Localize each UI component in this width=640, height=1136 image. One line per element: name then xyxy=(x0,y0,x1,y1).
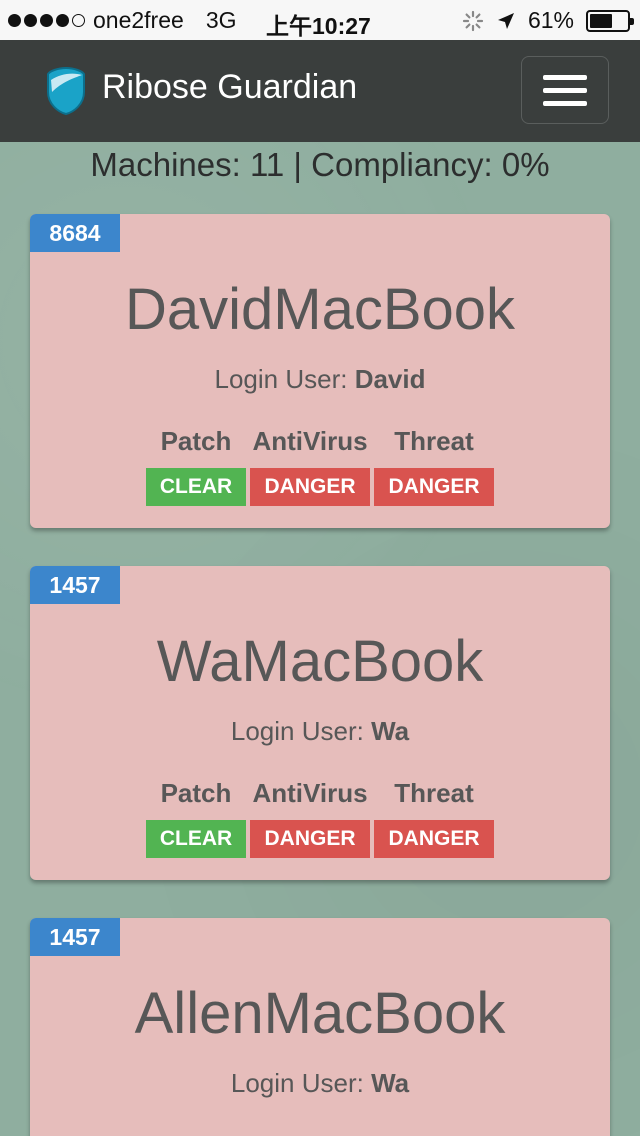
patch-header: Patch xyxy=(160,426,232,456)
hamburger-icon-bar xyxy=(543,87,587,93)
hamburger-icon-bar xyxy=(543,100,587,106)
location-arrow-icon xyxy=(497,12,514,29)
battery-icon xyxy=(586,9,634,32)
login-user-label: Login User: xyxy=(230,1068,372,1098)
antivirus-header: AntiVirus xyxy=(252,426,368,456)
machine-card[interactable]: 1457 AllenMacBook Login User: Wa xyxy=(30,918,610,1136)
activity-spinner-icon xyxy=(462,10,484,31)
status-right: 61% xyxy=(462,7,634,34)
machine-name: AllenMacBook xyxy=(134,981,506,1046)
threat-badge: DANGER xyxy=(374,820,494,858)
login-user: Login User: Wa xyxy=(30,716,610,747)
machine-id-badge: 1457 xyxy=(30,566,120,604)
battery-level xyxy=(590,13,612,28)
signal-strength-icon xyxy=(8,14,85,27)
patch-header: Patch xyxy=(160,778,232,808)
app-title[interactable]: Ribose Guardian xyxy=(102,68,357,107)
patch-status: Patch CLEAR xyxy=(146,778,246,858)
threat-header: Threat xyxy=(394,778,474,808)
threat-status: Threat DANGER xyxy=(374,778,494,858)
carrier-name: one2free xyxy=(93,7,184,33)
network-type: 3G xyxy=(205,7,237,33)
navbar: Ribose Guardian xyxy=(0,40,640,142)
machine-id-badge: 8684 xyxy=(30,214,120,252)
patch-badge: CLEAR xyxy=(146,468,246,506)
antivirus-status: AntiVirus DANGER xyxy=(250,426,370,506)
status-row: Patch CLEAR AntiVirus DANGER Threat DANG… xyxy=(146,426,494,506)
login-user: Login User: Wa xyxy=(30,1068,610,1099)
machine-card[interactable]: 1457 WaMacBook Login User: Wa Patch CLEA… xyxy=(30,566,610,880)
hamburger-icon xyxy=(543,74,587,80)
patch-status: Patch CLEAR xyxy=(146,426,246,506)
machine-name: WaMacBook xyxy=(156,629,484,694)
threat-header: Threat xyxy=(394,426,474,456)
login-user-value: Wa xyxy=(371,1068,410,1098)
login-user: Login User: David xyxy=(30,364,610,395)
antivirus-status: AntiVirus DANGER xyxy=(250,778,370,858)
machine-card[interactable]: 8684 DavidMacBook Login User: David Patc… xyxy=(30,214,610,528)
clock: 上午10:27 xyxy=(266,13,371,39)
battery-percent: 61% xyxy=(527,7,574,33)
antivirus-badge: DANGER xyxy=(250,468,370,506)
login-user-value: Wa xyxy=(371,716,410,746)
login-user-label: Login User: xyxy=(214,364,355,394)
antivirus-header: AntiVirus xyxy=(252,778,368,808)
patch-badge: CLEAR xyxy=(146,820,246,858)
machine-name: DavidMacBook xyxy=(124,277,516,342)
shield-icon xyxy=(47,66,85,116)
login-user-value: David xyxy=(354,364,426,394)
status-row: Patch CLEAR AntiVirus DANGER Threat DANG… xyxy=(146,778,494,858)
threat-badge: DANGER xyxy=(374,468,494,506)
antivirus-badge: DANGER xyxy=(250,820,370,858)
status-bar: one2free 3G 上午10:27 61% xyxy=(0,0,640,40)
login-user-label: Login User: xyxy=(230,716,372,746)
menu-toggle-button[interactable] xyxy=(521,56,609,124)
status-left: one2free 3G xyxy=(8,7,237,34)
machines-summary: Machines: 11 | Compliancy: 0% xyxy=(90,146,550,183)
machine-id-badge: 1457 xyxy=(30,918,120,956)
threat-status: Threat DANGER xyxy=(374,426,494,506)
